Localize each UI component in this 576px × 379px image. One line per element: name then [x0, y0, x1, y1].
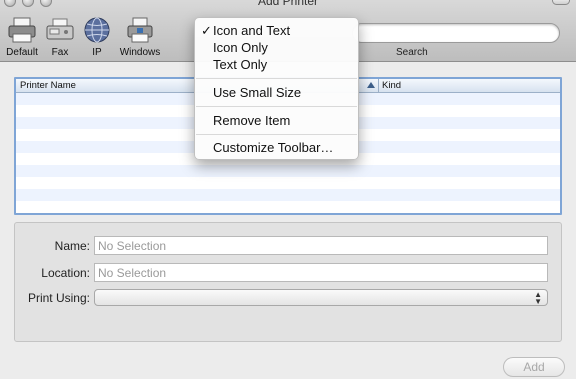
location-label: Location:	[41, 266, 90, 280]
list-row-empty	[16, 189, 560, 201]
stepper-arrows-icon: ▲ ▼	[534, 290, 542, 306]
toolbar-item-windows[interactable]: Windows	[118, 16, 162, 58]
window-title: Add Printer	[257, 0, 319, 8]
checkmark-icon: ✓	[201, 23, 212, 38]
print-using-label: Print Using:	[27, 291, 90, 305]
toolbar-toggle-button[interactable]	[552, 0, 570, 5]
menu-separator	[196, 134, 357, 135]
location-field[interactable]: No Selection	[94, 263, 548, 282]
print-using-select[interactable]: ▲ ▼	[94, 289, 548, 306]
menu-separator	[196, 106, 357, 107]
search-field[interactable]	[352, 23, 560, 43]
globe-icon	[84, 17, 110, 43]
toolbar-item-ip[interactable]: IP	[75, 16, 119, 58]
menu-item-text-only[interactable]: Text Only	[213, 57, 267, 72]
search-label: Search	[396, 47, 428, 58]
column-printer-name[interactable]: Printer Name	[20, 80, 76, 91]
column-divider[interactable]	[378, 79, 379, 93]
menu-item-customize-toolbar[interactable]: Customize Toolbar…	[213, 140, 333, 155]
windows-printer-icon	[127, 17, 153, 43]
add-button[interactable]: Add	[503, 357, 565, 377]
menu-item-icon-and-text[interactable]: Icon and Text	[213, 23, 290, 38]
column-kind[interactable]: Kind	[382, 80, 401, 91]
add-printer-window: Add Printer Default Fax IP Windows Searc…	[0, 0, 576, 379]
toolbar-context-menu: ✓ Icon and Text Icon Only Text Only Use …	[194, 17, 359, 160]
menu-item-use-small-size[interactable]: Use Small Size	[213, 85, 301, 100]
name-label: Name:	[54, 239, 90, 253]
default-printer-icon	[8, 17, 36, 43]
menu-separator	[196, 78, 357, 79]
list-row-empty	[16, 165, 560, 177]
name-field[interactable]: No Selection	[94, 236, 548, 255]
menu-item-remove-item[interactable]: Remove Item	[213, 113, 290, 128]
list-row-empty	[16, 201, 560, 213]
sort-ascending-icon	[367, 82, 375, 88]
fax-icon	[46, 18, 74, 40]
menu-item-icon-only[interactable]: Icon Only	[213, 40, 268, 55]
list-row-empty	[16, 177, 560, 189]
